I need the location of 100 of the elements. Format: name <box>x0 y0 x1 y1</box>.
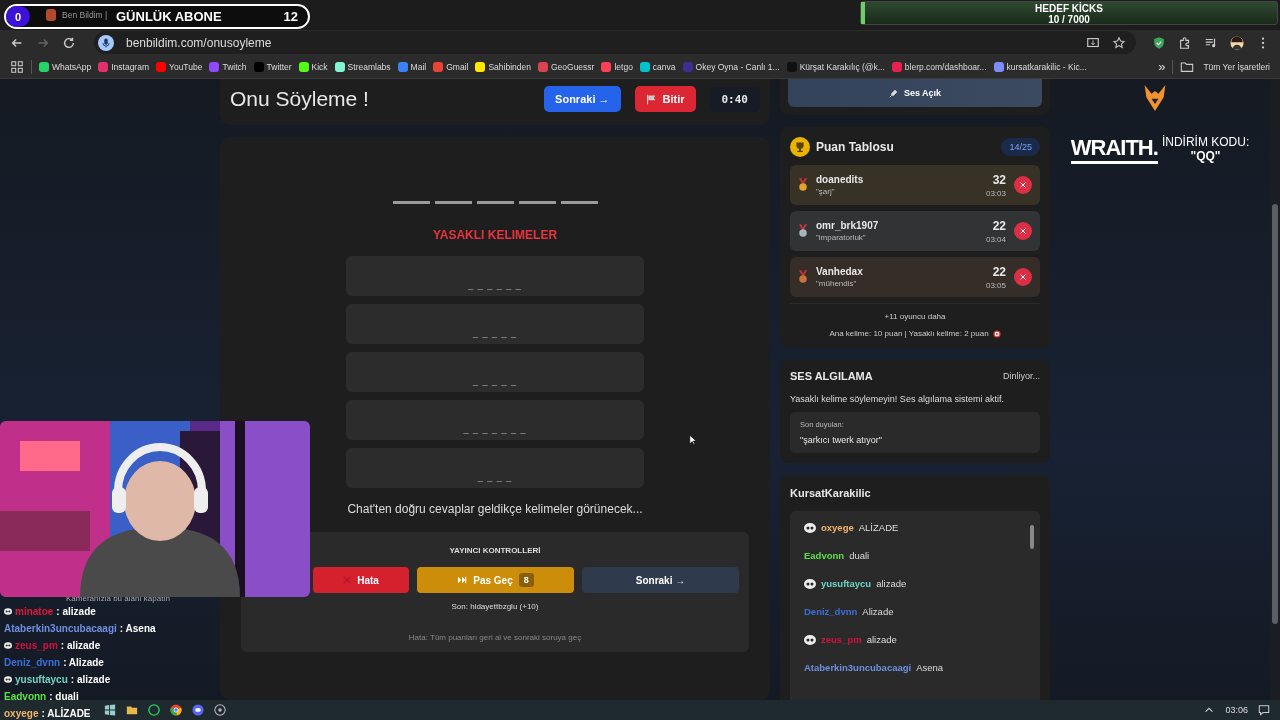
bookmark-link[interactable]: Kürşat Karakılıç (@k... <box>786 61 885 72</box>
clock: 03:06 <box>1225 705 1248 715</box>
windows-icon[interactable] <box>104 704 116 716</box>
chat-message: : alizade <box>56 605 96 617</box>
avatar-icon[interactable] <box>1230 35 1244 50</box>
player-name: Vanhedax <box>816 266 863 277</box>
player-score: 22 <box>992 218 1006 233</box>
browser-icon[interactable] <box>170 704 182 716</box>
notification-icon[interactable] <box>1258 704 1270 716</box>
remove-button[interactable] <box>1014 268 1032 286</box>
bookmark-link[interactable]: Twitter <box>253 61 292 72</box>
chat-username: Eadvonn <box>4 690 47 702</box>
panel-heading: YAYINCI KONTROLLERİ <box>449 546 541 555</box>
chat-username: yusuftaycu <box>821 578 872 589</box>
bookmark-link[interactable]: GeoGuessr <box>537 61 595 72</box>
address-bar[interactable]: benbildim.com/onusoyleme <box>94 31 1136 54</box>
chat-username: Ataberkin3uncubacaagi <box>4 622 117 634</box>
subscriber-count: 0 <box>6 6 30 27</box>
bookmark-link[interactable]: Streamlabs <box>334 61 391 72</box>
last-answer: Son: hidayettbzglu (+10) <box>451 602 539 611</box>
finish-button[interactable]: Bitir <box>634 86 696 112</box>
bookmark-link[interactable]: canva <box>639 61 676 72</box>
bookmark-link[interactable]: Twitch <box>209 61 247 72</box>
chat-username: Eadvonn <box>804 550 845 561</box>
site-icon <box>46 9 56 21</box>
chat-username: yusuftaycu <box>15 673 68 685</box>
player-word: "mühendis" <box>816 279 858 288</box>
player-time: 03:05 <box>985 280 1006 290</box>
bookmark-link[interactable]: Mail <box>397 61 427 72</box>
bookmark-link[interactable]: kursatkarakilic - Kic... <box>993 61 1087 72</box>
chat-message: alizade <box>866 634 897 645</box>
letter-slot <box>392 201 430 204</box>
card-title: Puan Tablosu <box>816 140 894 154</box>
game-title: Onu Söyleme ! <box>230 87 369 111</box>
microphone-icon <box>888 88 898 98</box>
bookmark-link[interactable]: Okey Oyna - Canlı 1... <box>682 61 780 72</box>
shield-icon[interactable] <box>1152 35 1166 50</box>
extensions-icon[interactable] <box>1178 35 1192 50</box>
letter-slot <box>560 201 598 204</box>
goal-progress: 10 / 7000 <box>1048 14 1090 25</box>
chat-message: : duali <box>49 690 79 702</box>
sound-button[interactable]: Ses Açık <box>788 79 1042 107</box>
player-name: doanedits <box>816 174 864 185</box>
timer: 0:40 <box>709 86 760 112</box>
chat-username: oxyege <box>821 522 854 533</box>
folder-icon[interactable] <box>126 704 138 716</box>
target-icon <box>992 329 1001 338</box>
bookmark-link[interactable]: YouTube <box>156 61 203 72</box>
scoring-rules: Ana kelime: 10 puan | Yasaklı kelime: 2 puan <box>829 329 989 338</box>
next-button[interactable]: Sonraki → <box>544 86 621 112</box>
chat-username: minatoe <box>15 605 54 617</box>
more-players-text: +11 oyuncu daha <box>884 312 946 321</box>
skip-icon <box>457 576 468 584</box>
more-bookmarks-button[interactable]: » <box>1158 59 1166 74</box>
bookmark-link[interactable]: Sahibinden <box>475 61 531 72</box>
hidden-word: _ _ _ _ _ _ _ <box>463 424 527 434</box>
bookmark-link[interactable]: WhatsApp <box>39 61 92 72</box>
goal-label: GÜNLÜK ABONE <box>116 9 222 24</box>
chat-message: Alizade <box>862 606 894 617</box>
close-icon <box>343 576 352 584</box>
chat-message: ALİZADE <box>858 522 899 533</box>
close-icon <box>1019 181 1027 189</box>
discount-label: İNDİRİM KODU: <box>1161 135 1250 149</box>
discord-icon[interactable] <box>192 704 204 716</box>
scrollbar[interactable] <box>1270 79 1280 700</box>
next-button[interactable]: Sonraki → <box>582 567 739 593</box>
close-icon <box>1019 227 1027 235</box>
mouse-cursor-icon <box>689 434 697 446</box>
chat-username: Deniz_dvnn <box>4 656 61 668</box>
chat-message: duali <box>849 550 870 561</box>
whatsapp-icon[interactable] <box>148 704 160 716</box>
bookmark-link[interactable]: Gmail <box>433 61 469 72</box>
player-time: 03:03 <box>985 188 1006 198</box>
help-text: Hata: Tüm puanları geri al ve sonraki soruya geç <box>408 633 582 642</box>
hidden-word: _ _ _ _ _ _ <box>468 280 522 290</box>
skip-button[interactable]: Pas Geç 8 <box>417 567 574 593</box>
recorder-icon[interactable] <box>214 704 226 716</box>
player-count-badge: 14/25 <box>1001 138 1040 156</box>
chat-message: : Asena <box>119 622 156 634</box>
chat-username: zeus_pm <box>15 639 58 651</box>
bookmark-link[interactable]: blerp.com/dashboar... <box>891 61 987 72</box>
chat-message: : Alizade <box>63 656 104 668</box>
apps-icon[interactable] <box>10 59 24 74</box>
all-bookmarks-link[interactable]: Tüm Yer İşaretleri <box>1180 59 1270 74</box>
bookmark-link[interactable]: Instagram <box>98 61 149 72</box>
install-icon[interactable] <box>1086 35 1100 50</box>
remove-button[interactable] <box>1014 176 1032 194</box>
hint-text: Chat'ten doğru cevaplar geldikçe kelimeler görünecek... <box>347 502 643 516</box>
player-word: "şarj" <box>816 187 836 196</box>
reload-icon[interactable] <box>62 35 76 50</box>
letter-slot <box>434 201 472 204</box>
goal-target: 12 <box>283 9 298 24</box>
microphone-icon <box>98 34 114 51</box>
error-button[interactable]: Hata <box>313 567 409 593</box>
remove-button[interactable] <box>1014 222 1032 240</box>
bookmark-link[interactable]: Kick <box>298 61 328 72</box>
bookmark-link[interactable]: letgo <box>601 61 633 72</box>
star-icon[interactable] <box>1112 35 1126 50</box>
chat-message: : alizade <box>70 673 111 685</box>
browser-tab[interactable]: Ben Bildim | <box>46 8 108 22</box>
